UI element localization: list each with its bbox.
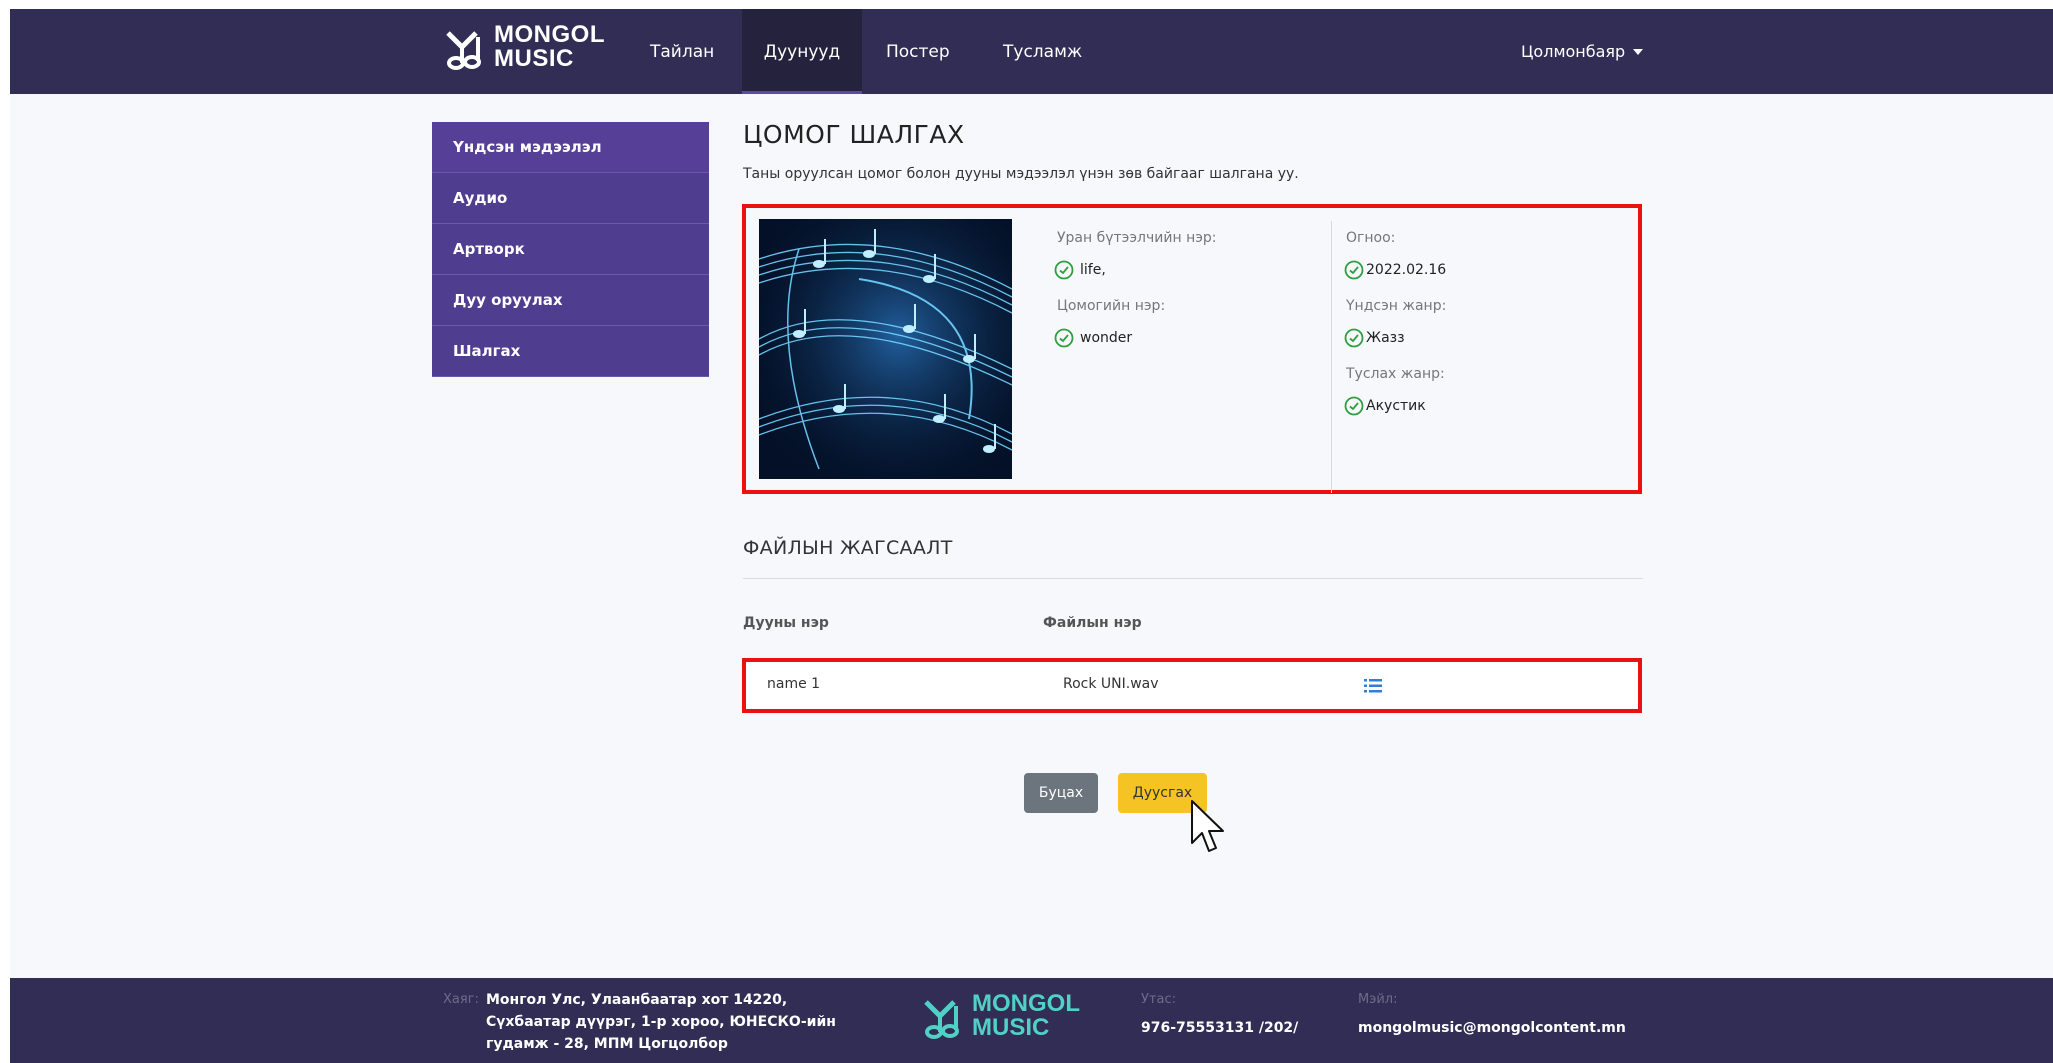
artist-value: life,: [1054, 260, 1106, 280]
user-menu[interactable]: Цолмонбаяр: [1521, 9, 1644, 94]
email-link[interactable]: mongolmusic@mongolcontent.mn: [1358, 1017, 1626, 1039]
release-date: 2022.02.16: [1366, 262, 1447, 278]
top-navbar: MONGOL MUSIC Тайлан Дуунууд Постер Тусла…: [10, 9, 2053, 94]
step-sidebar: Үндсэн мэдээлэл Аудио Артворк Дуу оруула…: [432, 122, 709, 377]
brand-line-1: MONGOL: [494, 21, 605, 48]
mouse-cursor-icon: [1191, 800, 1224, 852]
user-name: Цолмонбаяр: [1521, 42, 1626, 61]
address-text: Монгол Улс, Улаанбаатар хот 14220, Сүхба…: [486, 989, 836, 1055]
sidebar-item-basic-info[interactable]: Үндсэн мэдээлэл: [432, 122, 709, 173]
sidebar-item-label: Артворк: [453, 240, 525, 258]
file-name-cell: Rock UNI.wav: [1063, 676, 1159, 692]
music-note-logo-icon: [446, 31, 481, 70]
album-info-card: Уран бүтээлчийн нэр: life, Цомогийн нэр:…: [742, 204, 1642, 494]
sidebar-item-review[interactable]: Шалгах: [432, 326, 709, 377]
list-icon[interactable]: [1364, 679, 1382, 693]
sidebar-item-artwork[interactable]: Артворк: [432, 224, 709, 275]
artist-name: life,: [1080, 262, 1106, 278]
phone-number: 976-75553131 /202/: [1141, 1020, 1299, 1036]
sidebar-item-upload-song[interactable]: Дуу оруулах: [432, 275, 709, 326]
column-header-song-name: Дууны нэр: [743, 615, 829, 631]
back-button[interactable]: Буцах: [1024, 773, 1098, 813]
check-circle-icon: [1344, 328, 1364, 348]
check-circle-icon: [1344, 260, 1364, 280]
brand-logo[interactable]: MONGOL MUSIC: [442, 23, 605, 71]
album-name: wonder: [1080, 330, 1133, 346]
artist-label: Уран бүтээлчийн нэр:: [1057, 230, 1217, 246]
song-name-cell: name 1: [767, 676, 821, 692]
sidebar-item-audio[interactable]: Аудио: [432, 173, 709, 224]
nav-label: Тайлан: [650, 41, 715, 62]
sidebar-item-label: Үндсэн мэдээлэл: [453, 138, 602, 156]
sidebar-item-label: Дуу оруулах: [453, 291, 563, 309]
nav-label: Постер: [886, 41, 950, 62]
subgenre-label: Туслах жанр:: [1346, 366, 1445, 382]
main-genre: Жазз: [1366, 330, 1405, 346]
sidebar-item-label: Шалгах: [453, 342, 521, 360]
app-frame: MONGOL MUSIC Тайлан Дуунууд Постер Тусла…: [10, 9, 2053, 1063]
album-cover-image: [759, 219, 1012, 479]
brand-line-1: MONGOL: [972, 990, 1080, 1017]
column-header-file-name: Файлын нэр: [1043, 615, 1142, 631]
nav-item-poster[interactable]: Постер: [886, 9, 950, 94]
genre-value: Жазз: [1344, 328, 1405, 348]
nav-item-help[interactable]: Тусламж: [1003, 9, 1082, 94]
email-label: Мэйл:: [1358, 992, 1398, 1007]
caret-down-icon: [1633, 48, 1644, 55]
column-divider: [1331, 221, 1332, 493]
nav-item-reports[interactable]: Тайлан: [650, 9, 714, 94]
genre-label: Үндсэн жанр:: [1346, 298, 1447, 314]
files-section-title: ФАЙЛЫН ЖАГСААЛТ: [743, 537, 953, 559]
date-label: Огноо:: [1346, 230, 1396, 246]
brand-line-2: MUSIC: [972, 1014, 1050, 1041]
check-circle-icon: [1054, 328, 1074, 348]
phone-label: Утас:: [1141, 992, 1176, 1007]
sidebar-item-label: Аудио: [453, 189, 508, 207]
subgenre-value: Акустик: [1344, 396, 1426, 416]
table-row: name 1 Rock UNI.wav: [742, 658, 1642, 713]
nav-label: Дуунууд: [763, 41, 841, 62]
page-footer: Хаяг: Монгол Улс, Улаанбаатар хот 14220,…: [10, 978, 2053, 1063]
address-label: Хаяг:: [443, 992, 479, 1007]
album-name-label: Цомогийн нэр:: [1057, 298, 1166, 314]
check-circle-icon: [1054, 260, 1074, 280]
check-circle-icon: [1344, 396, 1364, 416]
brand-line-2: MUSIC: [494, 45, 574, 72]
album-name-value: wonder: [1054, 328, 1132, 348]
nav-label: Тусламж: [1003, 41, 1083, 62]
page-title: ЦОМОГ ШАЛГАХ: [743, 120, 965, 149]
nav-item-songs[interactable]: Дуунууд: [742, 9, 862, 94]
sub-genre: Акустик: [1366, 398, 1426, 414]
footer-logo: MONGOL MUSIC: [920, 992, 1080, 1040]
date-value: 2022.02.16: [1344, 260, 1446, 280]
music-note-logo-icon: [924, 1000, 959, 1039]
address-line: Сүхбаатар дүүрэг, 1-р хороо, ЮНЕСКО-ийн: [486, 1014, 836, 1030]
address-line: гудамж - 28, МПМ Цогцолбор: [486, 1036, 728, 1052]
address-line: Монгол Улс, Улаанбаатар хот 14220,: [486, 992, 788, 1008]
divider: [743, 578, 1643, 579]
page-description: Таны оруулсан цомог болон дууны мэдээлэл…: [743, 166, 1299, 182]
